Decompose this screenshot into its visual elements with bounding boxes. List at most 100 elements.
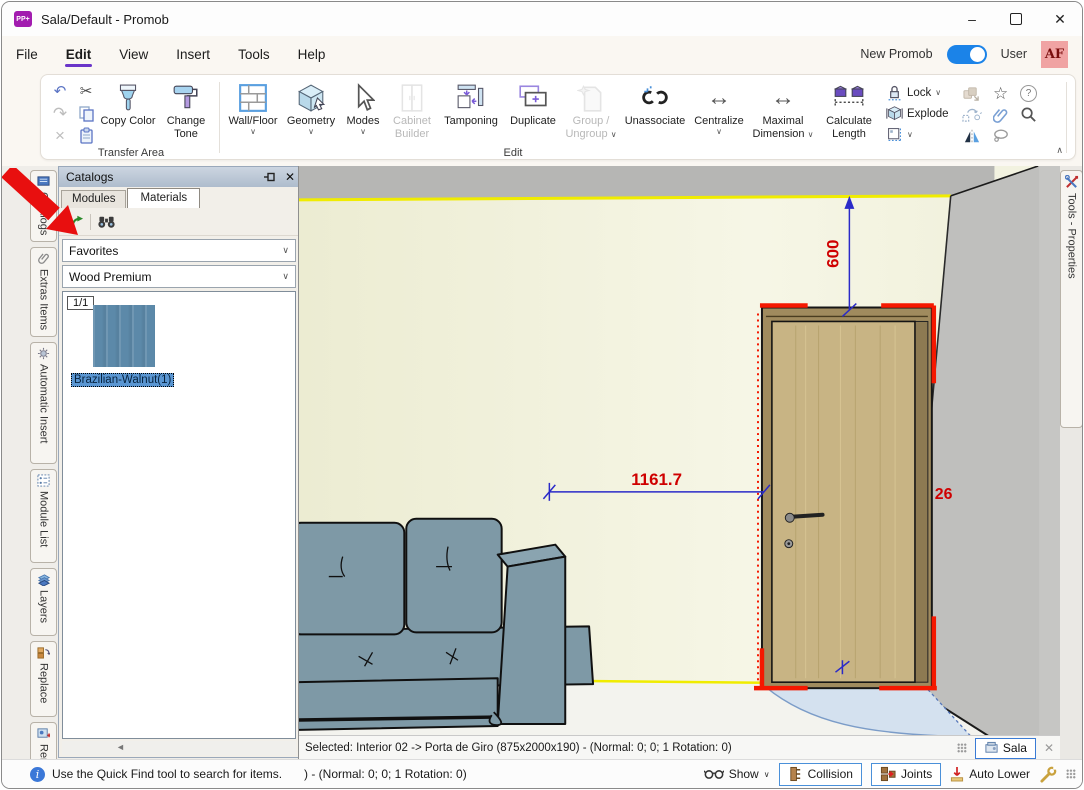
ribbon-card: ↶ ✂ ↷ × Copy Color Change Tone [40, 74, 1076, 160]
sala-scene-button[interactable]: Sala [975, 738, 1036, 759]
menu-tools[interactable]: Tools [224, 41, 284, 68]
menu-edit[interactable]: Edit [52, 41, 106, 68]
lasso-icon[interactable] [992, 128, 1010, 144]
search-icon[interactable] [1020, 106, 1037, 123]
group-label-transfer-area: Transfer Area [47, 146, 215, 161]
calculate-length-button[interactable]: Calculate Length [818, 78, 880, 140]
cabinet-builder-button[interactable]: Cabinet Builder [386, 78, 438, 140]
settings-wrench-icon[interactable] [1039, 766, 1057, 783]
ribbon-group-transfer-area: ↶ ✂ ↷ × Copy Color Change Tone [47, 78, 215, 157]
lock-button[interactable]: Lock ∨ [886, 84, 949, 101]
viewport-status-bar: Selected: Interior 02 -> Porta de Giro (… [299, 735, 1060, 760]
sidebar-tab-replace[interactable]: Replace [30, 641, 57, 717]
duplicate-button[interactable]: Duplicate [504, 78, 562, 128]
paste-icon[interactable] [78, 127, 95, 144]
door[interactable] [762, 308, 932, 689]
tamponing-button[interactable]: Tamponing [438, 78, 504, 128]
sidebar-tab-extras-items[interactable]: Extras Items [30, 247, 57, 337]
joints-button[interactable]: Joints [871, 763, 941, 786]
right-wall-far [1039, 166, 1060, 736]
replace-icon [37, 646, 50, 659]
left-tab-strip: Catalogs Extras Items Automatic Insert M… [30, 170, 57, 760]
close-panel-icon[interactable]: ✕ [285, 170, 295, 184]
auto-lower-button[interactable]: Auto Lower [950, 766, 1030, 782]
viewport: 600 1161.7 26 [298, 166, 1060, 760]
sidebar-tab-module-list[interactable]: Module List [30, 469, 57, 563]
sofa[interactable] [299, 519, 593, 730]
dimension-side-label: 26 [935, 486, 953, 503]
favorites-star-icon[interactable]: ☆ [993, 85, 1008, 102]
favorites-dropdown[interactable]: Favorites ∨ [62, 239, 296, 262]
dimension-width-label: 1161.7 [631, 470, 682, 489]
change-tone-button[interactable]: Change Tone [157, 78, 215, 140]
unassociate-button[interactable]: Unassociate [620, 78, 690, 128]
window-title: Sala/Default - Promob [41, 12, 169, 27]
geometry-button[interactable]: Geometry ∨ [282, 78, 340, 136]
menu-insert[interactable]: Insert [162, 41, 224, 68]
replace-modules-icon[interactable] [962, 85, 981, 102]
reapply-icon[interactable] [961, 106, 982, 123]
minimize-button[interactable]: – [950, 2, 994, 36]
undo-icon[interactable]: ↶ [54, 84, 67, 99]
maximize-button[interactable] [994, 2, 1038, 36]
resize-grip[interactable] [957, 743, 967, 753]
tools-properties-tab[interactable]: Tools - Properties [1060, 170, 1083, 428]
delete-icon[interactable]: × [55, 127, 65, 144]
show-dropdown[interactable]: Show ∨ [704, 767, 770, 781]
paint-roller-icon [171, 81, 201, 115]
catalog-dropdown[interactable]: Wood Premium ∨ [62, 265, 296, 288]
explode-button[interactable]: Explode [886, 105, 949, 122]
find-binoculars-icon[interactable] [97, 213, 116, 230]
dimension-style-button[interactable]: ∨ [886, 126, 949, 143]
menu-file[interactable]: File [2, 41, 52, 68]
catalogs-toolbar [59, 208, 299, 236]
copy-icon[interactable] [78, 105, 95, 122]
group-ungroup-button[interactable]: Group / Ungroup ∨ [562, 78, 620, 140]
page-indicator: 1/1 [67, 296, 94, 310]
centralize-button[interactable]: ↔ Centralize ∨ [690, 78, 748, 136]
material-thumbnail[interactable] [93, 305, 155, 367]
scroll-left-icon[interactable]: ◄ [116, 742, 125, 752]
avatar[interactable]: AF [1041, 41, 1068, 68]
cut-icon[interactable]: ✂ [80, 84, 93, 99]
sidebar-tab-automatic-insert[interactable]: Automatic Insert [30, 342, 57, 464]
materials-list[interactable]: 1/1 Brazilian-Walnut(1) [62, 291, 296, 739]
copy-color-button[interactable]: Copy Color [99, 78, 157, 128]
chevron-down-icon: ∨ [308, 128, 314, 136]
menu-view[interactable]: View [105, 41, 162, 68]
sidebar-tab-layers[interactable]: Layers [30, 568, 57, 636]
mirror-icon[interactable] [963, 128, 981, 144]
redo-icon[interactable]: ↷ [53, 105, 67, 122]
maximal-dimension-button[interactable]: ↔ Maximal Dimension ∨ [748, 78, 818, 140]
collapse-ribbon-icon[interactable]: ∧ [1056, 145, 1063, 156]
new-promob-label: New Promob [860, 47, 932, 61]
modes-button[interactable]: Modes ∨ [340, 78, 386, 136]
material-name-label[interactable]: Brazilian-Walnut(1) [71, 373, 174, 387]
chevron-down-icon: ∨ [250, 128, 256, 136]
room-3d-view[interactable]: 600 1161.7 26 [299, 166, 1060, 736]
wall-floor-button[interactable]: Wall/Floor ∨ [224, 78, 282, 136]
broken-link-icon [640, 81, 670, 115]
new-promob-toggle[interactable] [947, 45, 987, 64]
level-up-icon[interactable] [65, 212, 84, 231]
ribbon: ↶ ✂ ↷ × Copy Color Change Tone [2, 72, 1082, 167]
catalogs-tabs: Modules Materials [59, 187, 299, 208]
paperclip-icon[interactable] [993, 106, 1008, 124]
tab-materials[interactable]: Materials [127, 188, 200, 208]
glasses-icon [704, 768, 724, 780]
materials-scrollbar[interactable]: ◄ [62, 741, 296, 755]
pin-icon[interactable] [264, 172, 278, 182]
toolbar-separator [90, 214, 91, 230]
close-scene-icon[interactable]: ✕ [1044, 741, 1054, 755]
menu-help[interactable]: Help [284, 41, 340, 68]
chevron-down-icon: ∨ [935, 89, 941, 97]
help-icon[interactable]: ? [1020, 85, 1037, 102]
resize-grip[interactable] [1066, 769, 1076, 779]
door-handle [792, 515, 823, 517]
collision-button[interactable]: Collision [779, 763, 862, 786]
sidebar-tab-catalogs[interactable]: Catalogs [30, 170, 57, 242]
tab-modules[interactable]: Modules [61, 190, 126, 208]
scene-icon [984, 741, 999, 755]
explode-icon [886, 105, 903, 122]
close-button[interactable]: ✕ [1038, 2, 1082, 36]
